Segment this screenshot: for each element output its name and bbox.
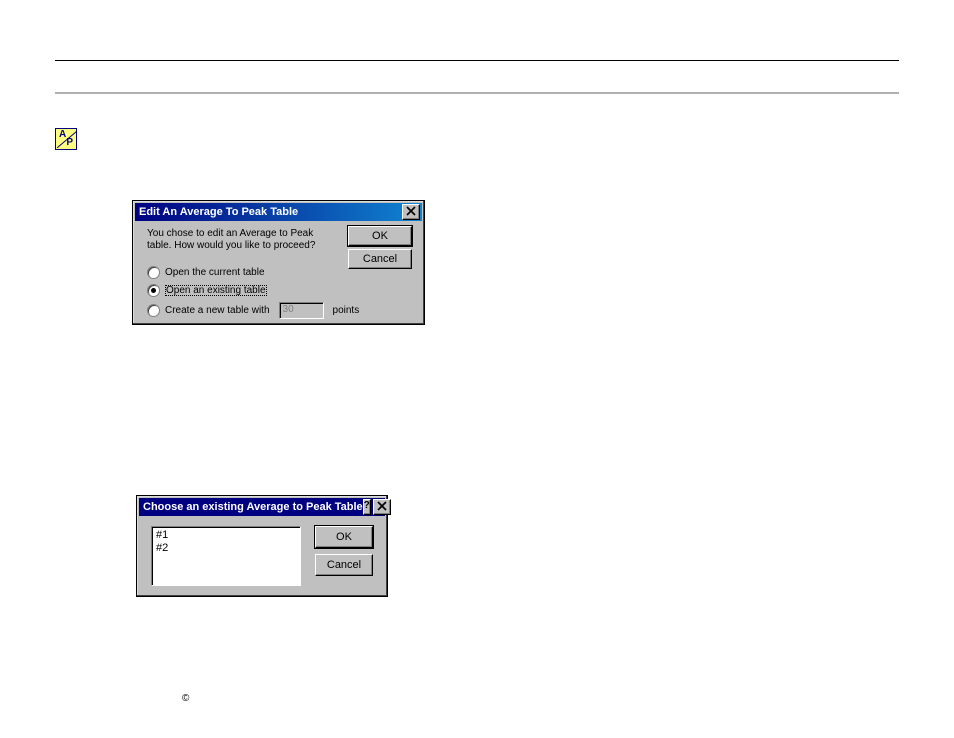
points-input[interactable]: 30 bbox=[279, 302, 324, 319]
radio-create-new[interactable]: Create a new table with 30 points bbox=[147, 302, 359, 319]
edit-average-to-peak-dialog: Edit An Average To Peak Table You chose … bbox=[132, 200, 425, 325]
dialog1-title: Edit An Average To Peak Table bbox=[139, 206, 402, 218]
close-icon[interactable] bbox=[373, 499, 391, 515]
radio-create-new-suffix: points bbox=[333, 305, 360, 316]
dialog1-body: You chose to edit an Average to Peak tab… bbox=[137, 223, 420, 320]
radio-open-existing-label: Open an existing table bbox=[165, 285, 267, 296]
radio-create-new-prefix: Create a new table with bbox=[165, 305, 270, 316]
copyright-mark: © bbox=[182, 693, 189, 704]
radio-icon bbox=[147, 266, 160, 279]
radio-open-current-label: Open the current table bbox=[165, 267, 265, 278]
ok-button[interactable]: OK bbox=[348, 226, 412, 246]
radio-icon bbox=[147, 284, 160, 297]
ap-icon-inner: A P bbox=[57, 130, 75, 148]
list-item[interactable]: #1 bbox=[156, 529, 296, 542]
dialog1-titlebar[interactable]: Edit An Average To Peak Table bbox=[135, 203, 422, 221]
average-to-peak-toolbar-icon[interactable]: A P bbox=[55, 128, 77, 150]
radio-open-existing[interactable]: Open an existing table bbox=[147, 284, 359, 297]
dialog1-message: You chose to edit an Average to Peak tab… bbox=[147, 228, 337, 252]
list-item[interactable]: #2 bbox=[156, 542, 296, 555]
table-listbox[interactable]: #1 #2 bbox=[151, 526, 301, 586]
dialog2-title: Choose an existing Average to Peak Table bbox=[143, 501, 363, 513]
page: A P Edit An Average To Peak Table You ch… bbox=[0, 0, 954, 738]
help-icon[interactable]: ? bbox=[363, 499, 371, 515]
radio-open-current[interactable]: Open the current table bbox=[147, 266, 359, 279]
cancel-button[interactable]: Cancel bbox=[315, 554, 373, 576]
ap-icon-letter-a: A bbox=[59, 130, 66, 140]
dialog2-button-group: OK Cancel bbox=[315, 526, 373, 576]
divider-gray bbox=[55, 92, 899, 94]
radio-icon bbox=[147, 304, 160, 317]
ap-icon-letter-p: P bbox=[66, 138, 73, 148]
close-icon[interactable] bbox=[402, 204, 420, 220]
choose-existing-table-dialog: Choose an existing Average to Peak Table… bbox=[136, 495, 388, 597]
dialog2-titlebar[interactable]: Choose an existing Average to Peak Table… bbox=[139, 498, 385, 516]
dialog1-options: Open the current table Open an existing … bbox=[147, 261, 359, 324]
divider-black bbox=[55, 60, 899, 61]
dialog2-body: #1 #2 OK Cancel bbox=[141, 518, 383, 592]
ok-button[interactable]: OK bbox=[315, 526, 373, 548]
